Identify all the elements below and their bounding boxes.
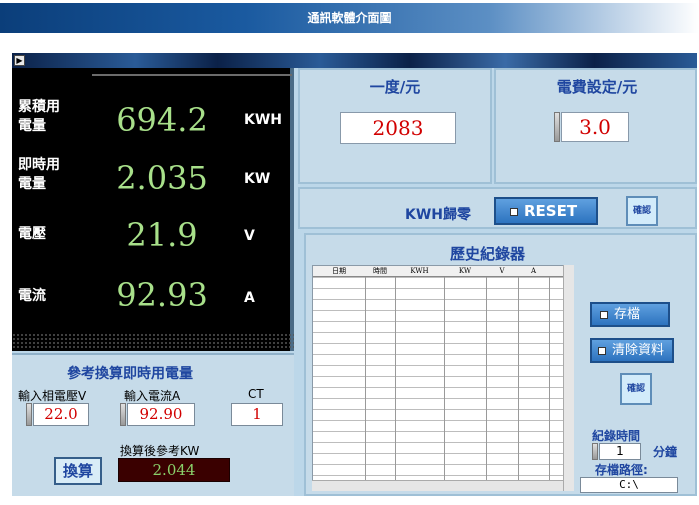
- record-interval-unit: 分鐘: [653, 445, 678, 459]
- meter-value-current: 92.93: [116, 276, 208, 314]
- meter-unit-v: V: [244, 228, 255, 244]
- voltage-input-label: 輸入相電壓V: [18, 389, 87, 403]
- price-display: 2083: [340, 112, 456, 144]
- reference-panel: 參考換算即時用電量 輸入相電壓V 22.0 輸入電流A 92.90 CT 1 換…: [12, 353, 294, 496]
- result-display: 2.044: [118, 458, 230, 482]
- checkbox-icon: [598, 346, 606, 355]
- col-kwh: KWH: [410, 267, 429, 275]
- labview-window: ▶ 累積用 電量 694.2 KWH 即時用 電量 2.035 KW 電壓 21.9…: [12, 53, 697, 496]
- history-confirm-button[interactable]: 確認: [620, 373, 652, 405]
- current-spinner[interactable]: [120, 403, 126, 426]
- history-table[interactable]: 日期 時間 KWH KW V A: [312, 265, 574, 491]
- meter-panel: 累積用 電量 694.2 KWH 即時用 電量 2.035 KW 電壓 21.9 V…: [12, 68, 294, 351]
- run-arrow-icon[interactable]: ▶: [14, 55, 25, 66]
- save-path-input[interactable]: C:\: [580, 477, 678, 493]
- fee-setting-input[interactable]: 3.0: [561, 112, 629, 142]
- meter-value-voltage: 21.9: [126, 216, 198, 254]
- save-path-label: 存檔路徑:: [595, 463, 648, 477]
- ct-label: CT: [248, 387, 264, 401]
- convert-button[interactable]: 換算: [54, 457, 102, 485]
- meter-label-accumulated: 累積用 電量: [18, 99, 60, 134]
- meter-dot-pattern: [12, 333, 294, 349]
- record-interval-input[interactable]: 1: [599, 443, 641, 460]
- meter-label-voltage: 電壓: [18, 226, 46, 242]
- price-title: 一度/元: [369, 78, 421, 96]
- voltage-spinner[interactable]: [26, 403, 32, 426]
- banner-title: 通訊軟體介面圖: [307, 11, 392, 25]
- record-interval-spinner[interactable]: [592, 443, 598, 460]
- history-vertical-scrollbar[interactable]: [563, 265, 574, 491]
- window-titlebar: ▶: [12, 53, 697, 68]
- checkbox-icon: [600, 310, 608, 319]
- col-a: A: [530, 267, 537, 275]
- kwh-reset-label: KWH歸零: [405, 207, 472, 223]
- meter-label-instant: 即時用 電量: [18, 157, 60, 192]
- col-date: 日期: [332, 267, 346, 275]
- col-kw: KW: [458, 267, 472, 275]
- reset-button[interactable]: RESET: [494, 197, 598, 225]
- meter-divider: [92, 74, 292, 76]
- meter-unit-a: A: [244, 290, 255, 306]
- reference-title: 參考換算即時用電量: [67, 366, 193, 382]
- history-horizontal-scrollbar[interactable]: [312, 480, 563, 491]
- meter-unit-kw: KW: [244, 171, 271, 187]
- setting-title: 電費設定/元: [556, 78, 638, 96]
- reset-confirm-button[interactable]: 確認: [626, 196, 658, 226]
- save-button[interactable]: 存檔: [590, 302, 670, 327]
- meter-value-accumulated: 694.2: [116, 101, 208, 139]
- current-input[interactable]: 92.90: [127, 403, 195, 426]
- ct-input[interactable]: 1: [231, 403, 283, 426]
- top-banner: 通訊軟體介面圖: [0, 3, 699, 33]
- setting-spinner[interactable]: [554, 112, 560, 142]
- current-input-label: 輸入電流A: [124, 389, 181, 403]
- meter-unit-kwh: KWH: [244, 112, 283, 128]
- history-header: 日期 時間 KWH KW V A: [313, 266, 573, 277]
- col-v: V: [499, 267, 505, 275]
- record-interval-label: 紀錄時間: [592, 429, 641, 443]
- result-label: 換算後參考KW: [120, 444, 200, 458]
- clear-data-button[interactable]: 清除資料: [590, 338, 674, 363]
- history-title: 歷史紀錄器: [450, 245, 526, 263]
- meter-label-current: 電流: [18, 288, 46, 304]
- meter-value-instant: 2.035: [116, 159, 208, 197]
- checkbox-icon: [510, 207, 518, 216]
- voltage-input[interactable]: 22.0: [33, 403, 89, 426]
- col-time: 時間: [373, 267, 387, 275]
